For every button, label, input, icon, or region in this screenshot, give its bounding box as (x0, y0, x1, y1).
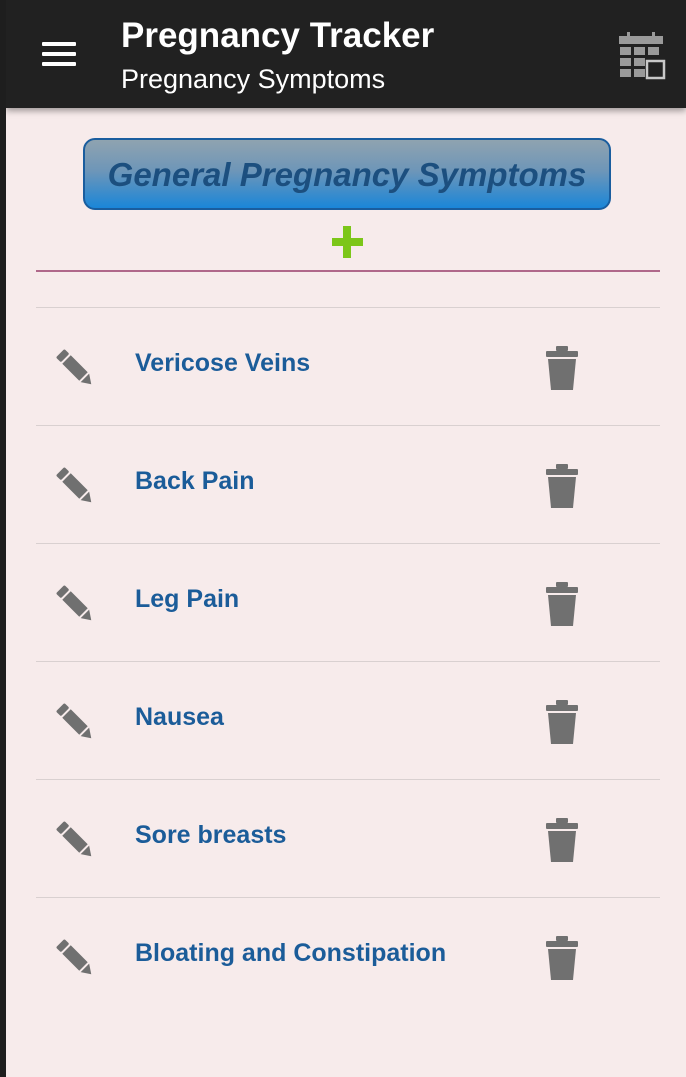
pencil-icon[interactable] (52, 581, 98, 627)
app-bar: Pregnancy Tracker Pregnancy Symptoms (6, 0, 686, 108)
trash-icon[interactable] (544, 699, 580, 745)
pencil-icon[interactable] (52, 463, 98, 509)
trash-icon[interactable] (544, 581, 580, 627)
pencil-icon[interactable] (52, 817, 98, 863)
pencil-icon[interactable] (52, 345, 98, 391)
trash-icon[interactable] (544, 817, 580, 863)
app-screen: Pregnancy Tracker Pregnancy Symptoms Gen… (6, 0, 686, 1077)
page-subtitle: Pregnancy Symptoms (121, 64, 386, 94)
symptom-row[interactable]: Drowsiness (36, 272, 660, 308)
symptom-list-items: Drowsiness Vericose Veins Back Pain Leg Pai… (36, 272, 660, 1016)
symptom-row[interactable]: Back Pain (36, 426, 660, 544)
symptom-label: Sore breasts (135, 821, 287, 849)
pencil-icon[interactable] (52, 272, 98, 273)
trash-icon[interactable] (544, 463, 580, 509)
menu-line (42, 42, 76, 46)
pencil-icon[interactable] (52, 699, 98, 745)
symptom-label: Nausea (135, 703, 224, 731)
section-category-button[interactable]: General Pregnancy Symptoms (83, 138, 611, 210)
menu-line (42, 62, 76, 66)
symptom-row[interactable]: Leg Pain (36, 544, 660, 662)
symptom-label: Leg Pain (135, 585, 240, 613)
trash-icon[interactable] (544, 345, 580, 391)
symptom-row[interactable]: Nausea (36, 662, 660, 780)
symptom-row[interactable]: Bloating and Constipation (36, 898, 660, 1016)
symptom-row[interactable]: Vericose Veins (36, 308, 660, 426)
symptom-label: Vericose Veins (135, 349, 311, 377)
menu-line (42, 52, 76, 56)
trash-icon[interactable] (544, 272, 580, 273)
symptom-row[interactable]: Sore breasts (36, 780, 660, 898)
plus-icon[interactable] (328, 222, 368, 262)
symptom-list[interactable]: Drowsiness Vericose Veins Back Pain Leg Pai… (36, 270, 660, 1077)
app-title: Pregnancy Tracker (121, 16, 435, 55)
pencil-icon[interactable] (52, 935, 98, 981)
trash-icon[interactable] (544, 935, 580, 981)
symptom-label: Bloating and Constipation (135, 939, 447, 967)
calendar-icon[interactable] (616, 32, 666, 80)
hamburger-menu-icon[interactable] (34, 30, 82, 78)
symptom-label: Back Pain (135, 467, 255, 495)
